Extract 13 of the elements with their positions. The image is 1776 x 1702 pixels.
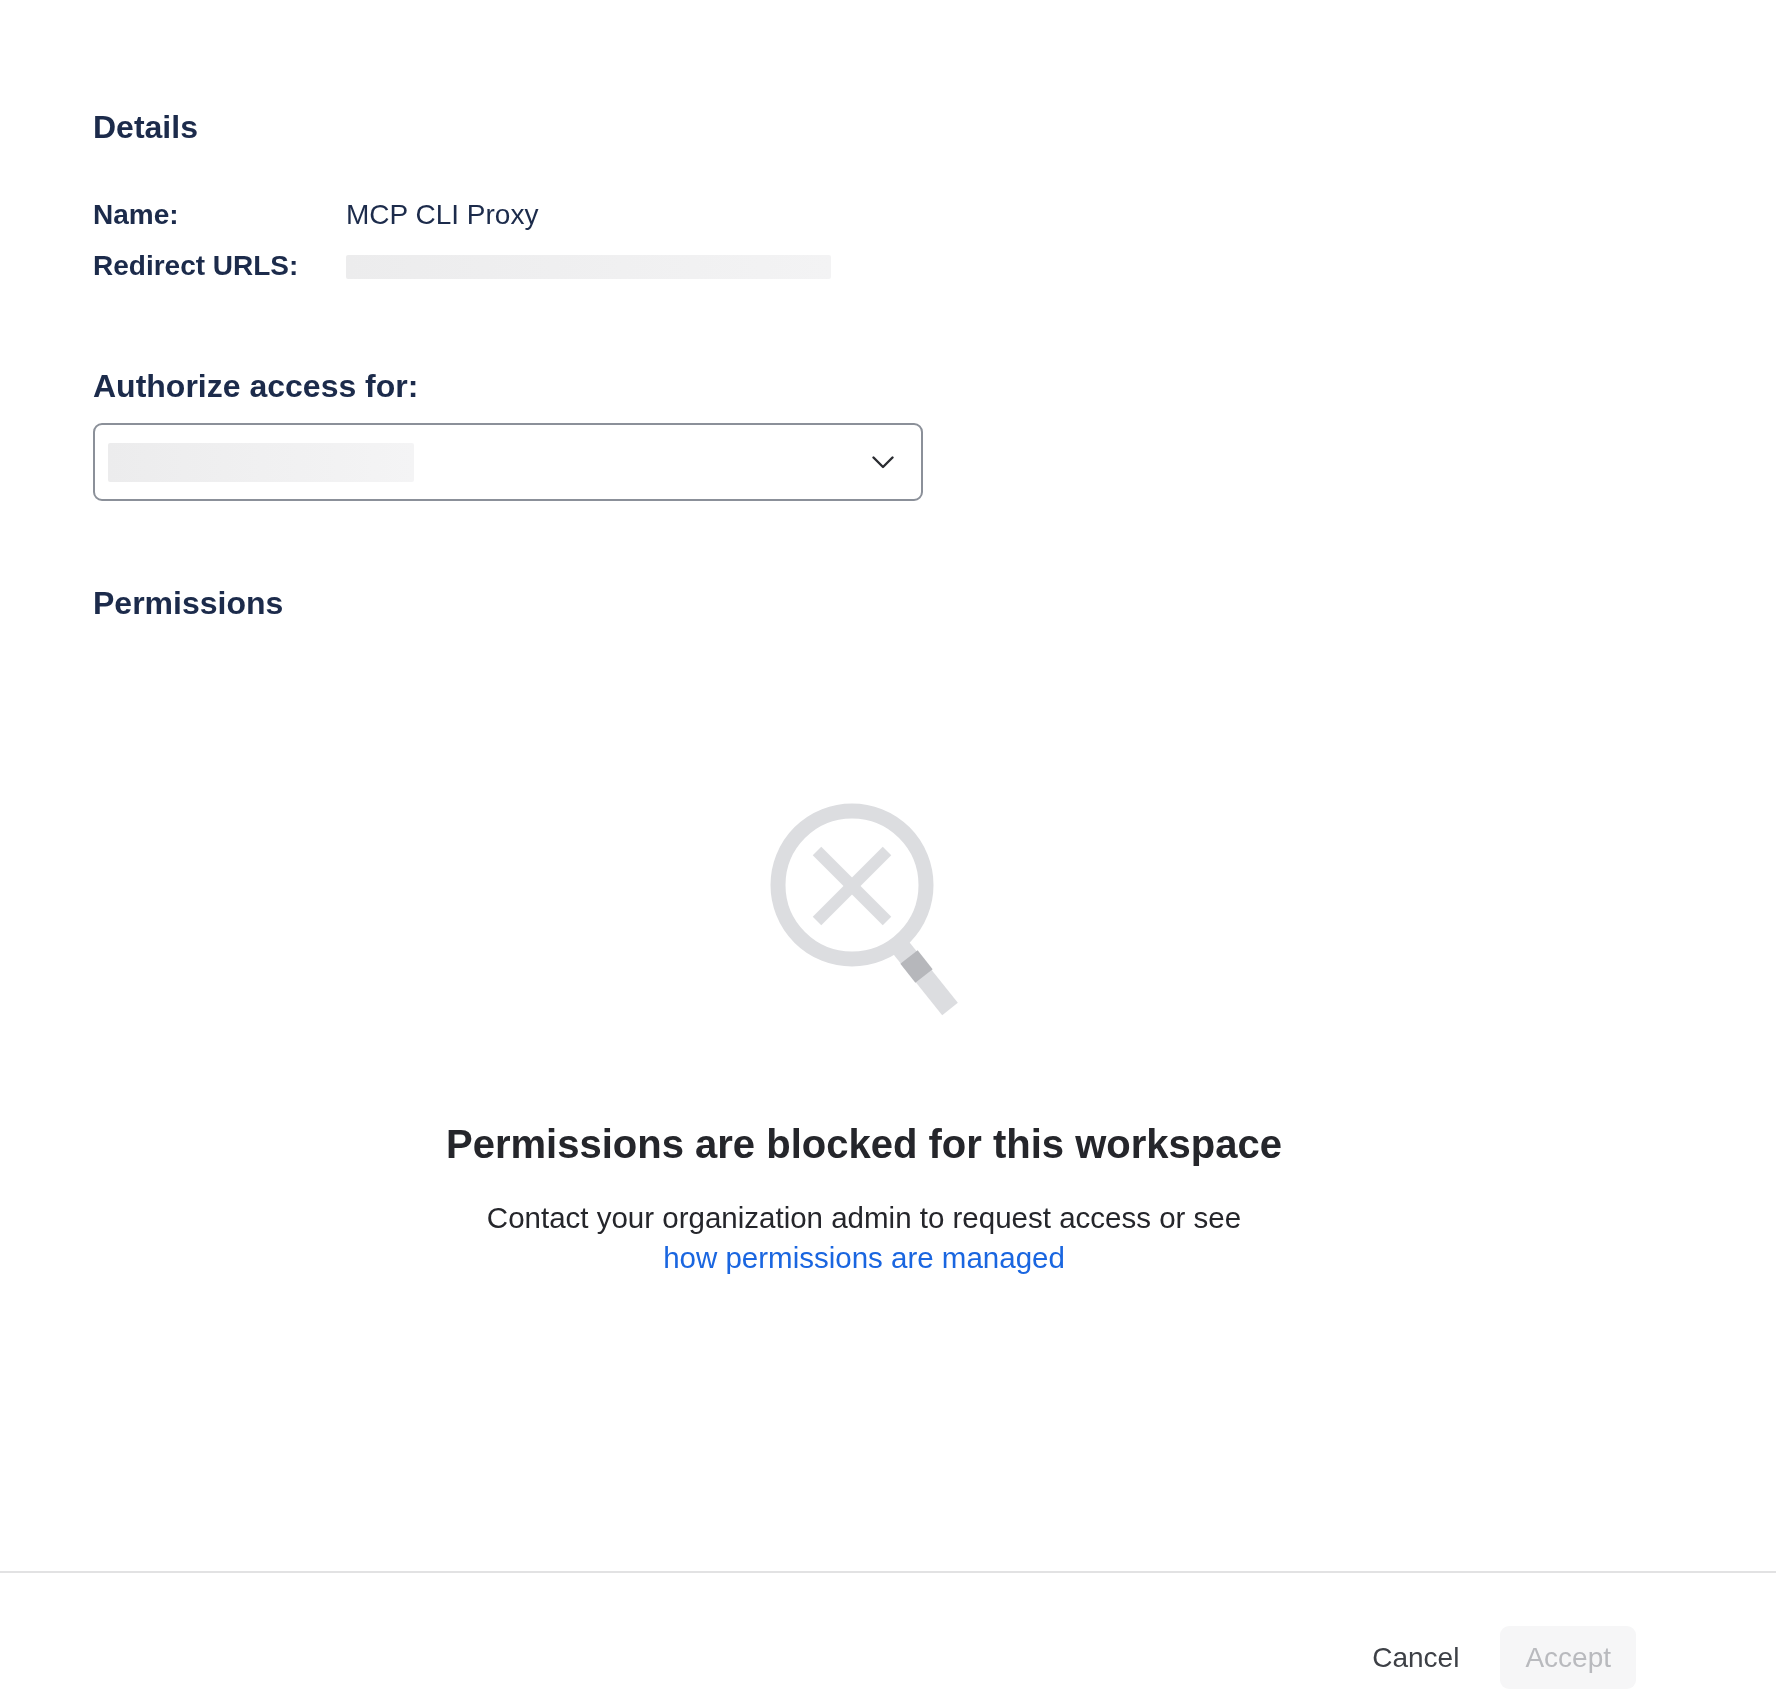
section-heading: Details [93, 108, 198, 146]
chevron-down-icon [872, 455, 894, 469]
select-field[interactable] [93, 423, 923, 501]
field-label: Redirect URLS: [93, 249, 300, 283]
field-label: Name: [93, 198, 180, 232]
section-heading: Permissions [93, 585, 284, 622]
field-value: MCP CLI Proxy [346, 198, 539, 232]
magnifier-cross-icon [768, 803, 960, 1017]
help-link[interactable]: how permissions are managed [663, 1241, 1065, 1274]
cancel-button[interactable]: Cancel [1347, 1626, 1485, 1689]
empty-state-title: Permissions are blocked for this workspace [446, 1121, 1282, 1167]
field-label: Authorize access for: [93, 368, 419, 405]
empty-state-message: Contact your organization admin to request access or see how permissions are managed [485, 1200, 1243, 1276]
